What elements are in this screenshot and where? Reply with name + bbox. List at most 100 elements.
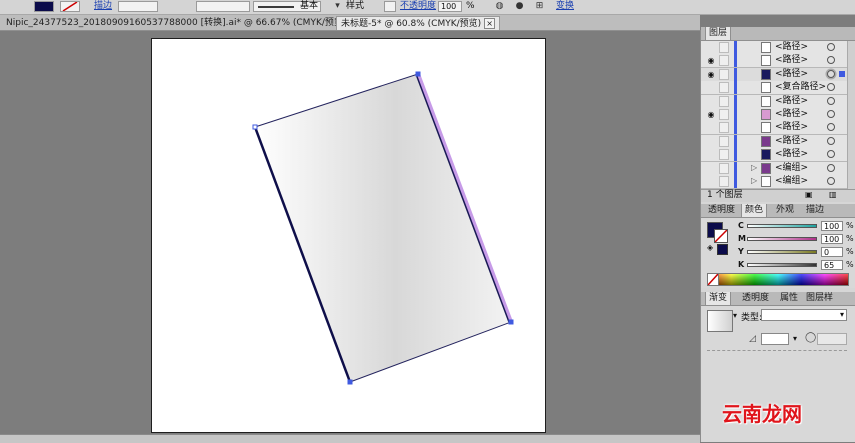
tab-document-2[interactable]: 未标题-5* @ 60.8% (CMYK/预览) ×	[336, 16, 501, 30]
lock-toggle[interactable]	[719, 68, 729, 80]
align-grid-icon[interactable]: ⊞	[534, 1, 545, 12]
target-icon[interactable]	[827, 163, 835, 172]
layers-scrollbar[interactable]	[847, 41, 855, 189]
lock-toggle[interactable]	[719, 135, 729, 147]
expand-triangle-icon[interactable]: ▷	[751, 176, 757, 185]
layer-row[interactable]: ▷ <编组>	[701, 175, 847, 189]
aspect-ratio-field[interactable]	[817, 333, 847, 345]
close-icon[interactable]: ×	[484, 18, 496, 29]
channel-value-field[interactable]: 65	[821, 260, 843, 270]
tab-transparency[interactable]: 透明度	[705, 204, 738, 217]
anchor-point[interactable]	[252, 124, 258, 130]
tab-document-1[interactable]: Nipic_24377523_20180909160537788000 [转换]…	[2, 16, 364, 30]
lock-toggle[interactable]	[719, 162, 729, 174]
dropdown-arrow-icon[interactable]: ▾	[332, 1, 343, 12]
style-dropdown[interactable]	[384, 1, 396, 12]
target-icon[interactable]	[827, 110, 835, 118]
target-icon[interactable]	[827, 96, 835, 105]
channel-slider[interactable]	[747, 237, 817, 241]
chevron-down-icon[interactable]: ▾	[793, 334, 797, 343]
channel-value-field[interactable]: 0	[821, 247, 843, 257]
visibility-toggle[interactable]	[706, 43, 716, 52]
layer-row[interactable]: ▷ <编组>	[701, 161, 847, 176]
target-icon[interactable]	[827, 150, 835, 159]
expand-triangle-icon[interactable]: ▷	[751, 163, 757, 172]
lock-toggle[interactable]	[719, 95, 729, 107]
layer-row[interactable]: <路径>	[701, 134, 847, 149]
stroke-color-swatch[interactable]	[60, 1, 80, 12]
lock-toggle[interactable]	[719, 82, 729, 94]
target-icon[interactable]	[827, 123, 835, 132]
tab-transparency-2[interactable]: 透明度	[739, 292, 772, 305]
anchor-point[interactable]	[508, 319, 514, 325]
gradient-type-select[interactable]: ▾	[761, 309, 847, 321]
layer-row[interactable]: <路径>	[701, 94, 847, 109]
target-icon[interactable]	[827, 136, 835, 145]
channel-value-field[interactable]: 100	[821, 221, 843, 231]
lock-toggle[interactable]	[719, 149, 729, 161]
selection-indicator[interactable]	[839, 70, 845, 77]
lock-toggle[interactable]	[719, 176, 729, 187]
channel-value-field[interactable]: 100	[821, 234, 843, 244]
visibility-toggle[interactable]	[706, 97, 716, 106]
visibility-toggle[interactable]	[706, 123, 716, 132]
eye-icon[interactable]: ◉	[706, 70, 716, 79]
lock-toggle[interactable]	[719, 55, 729, 67]
target-icon[interactable]	[827, 56, 835, 65]
percent-unit: %	[846, 234, 854, 243]
artboard[interactable]	[151, 38, 546, 433]
channel-slider[interactable]	[747, 224, 817, 228]
opacity-label[interactable]: 不透明度	[400, 1, 436, 12]
delete-layer-icon[interactable]: ▥	[829, 190, 837, 199]
color-spectrum[interactable]	[707, 273, 849, 286]
tab-gradient[interactable]: 渐变	[705, 292, 732, 305]
opacity-field[interactable]: 100	[438, 1, 462, 12]
globe-icon[interactable]: ●	[514, 1, 525, 12]
tab-color[interactable]: 颜色	[741, 204, 768, 217]
tab-appearance[interactable]: 外观	[773, 204, 797, 217]
stroke-weight-field[interactable]	[118, 1, 158, 12]
channel-slider[interactable]	[747, 263, 817, 267]
eye-icon[interactable]: ◉	[706, 110, 716, 119]
recolor-artwork-icon[interactable]: ◍	[494, 1, 505, 12]
fill-color-swatch[interactable]	[34, 1, 54, 12]
visibility-toggle[interactable]	[706, 164, 716, 173]
angle-field[interactable]	[761, 333, 789, 345]
layer-row[interactable]: ◉ <路径>	[701, 54, 847, 69]
tab-layers[interactable]: 图层	[705, 27, 732, 40]
gradient-preview-swatch[interactable]	[707, 310, 733, 332]
gradient-slider-area[interactable]	[707, 350, 847, 361]
lock-toggle[interactable]	[719, 109, 729, 120]
lock-toggle[interactable]	[719, 42, 729, 53]
target-icon[interactable]	[827, 177, 835, 185]
tab-graphic-styles[interactable]: 图层样	[803, 292, 836, 305]
layer-name: <路径>	[775, 122, 809, 133]
layer-row[interactable]: <路径>	[701, 41, 847, 55]
variable-width-profile[interactable]	[196, 1, 250, 12]
tab-attributes[interactable]: 属性	[777, 292, 801, 305]
tab-stroke[interactable]: 描边	[803, 204, 827, 217]
layer-row[interactable]: <路径>	[701, 148, 847, 163]
transform-label[interactable]: 变换	[556, 1, 574, 12]
layer-row[interactable]: ◉ <路径>	[701, 67, 847, 82]
anchor-point[interactable]	[415, 71, 421, 77]
target-icon[interactable]	[827, 69, 835, 78]
visibility-toggle[interactable]	[706, 177, 716, 186]
stroke-label[interactable]: 描边	[94, 1, 112, 12]
layer-name: <编组>	[775, 176, 809, 186]
visibility-toggle[interactable]	[706, 150, 716, 159]
target-icon[interactable]	[827, 83, 835, 92]
layer-row[interactable]: <路径>	[701, 121, 847, 136]
lock-toggle[interactable]	[719, 122, 729, 134]
chevron-down-icon[interactable]: ▾	[733, 311, 737, 320]
target-icon[interactable]	[827, 43, 835, 51]
visibility-toggle[interactable]	[706, 83, 716, 92]
layer-row[interactable]: <复合路径>	[701, 81, 847, 96]
layer-row[interactable]: ◉ <路径>	[701, 108, 847, 122]
anchor-point[interactable]	[347, 379, 353, 385]
none-swatch[interactable]	[707, 273, 719, 286]
visibility-toggle[interactable]	[706, 137, 716, 146]
new-layer-icon[interactable]: ▣	[805, 190, 813, 199]
channel-slider[interactable]	[747, 250, 817, 254]
eye-icon[interactable]: ◉	[706, 56, 716, 65]
